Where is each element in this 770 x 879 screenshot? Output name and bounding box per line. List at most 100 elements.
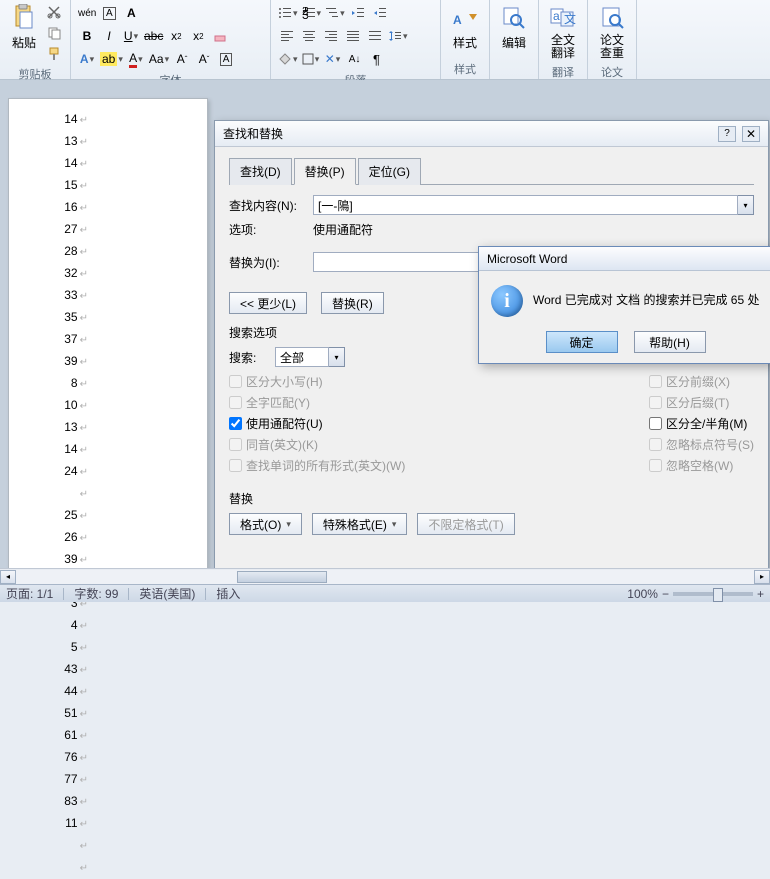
info-icon: i bbox=[491, 285, 523, 317]
bold-button[interactable]: B bbox=[77, 26, 97, 46]
zoom-value[interactable]: 100% bbox=[627, 587, 658, 601]
shrink-font-button[interactable]: Aˇ bbox=[194, 49, 214, 69]
scroll-left-button[interactable]: ◂ bbox=[0, 570, 16, 584]
copy-button[interactable] bbox=[44, 23, 64, 43]
tab-goto[interactable]: 定位(G) bbox=[358, 158, 421, 185]
align-right-button[interactable] bbox=[321, 26, 341, 46]
status-lang[interactable]: 英语(美国) bbox=[139, 585, 195, 602]
number-cell: 16 bbox=[27, 197, 108, 219]
chk-whole[interactable]: 全字匹配(Y) bbox=[229, 394, 405, 411]
search-dir-select[interactable]: 全部 bbox=[275, 347, 329, 367]
msgbox-titlebar[interactable]: Microsoft Word bbox=[479, 247, 770, 271]
justify-button[interactable] bbox=[343, 26, 363, 46]
cut-button[interactable] bbox=[44, 2, 64, 22]
help-button[interactable]: ? bbox=[718, 126, 736, 142]
distribute-button[interactable] bbox=[365, 26, 385, 46]
format-button[interactable]: 格式(O) ▾ bbox=[229, 513, 302, 535]
scroll-right-button[interactable]: ▸ bbox=[754, 570, 770, 584]
number-cell: 11 bbox=[27, 813, 108, 835]
clear-format-button[interactable] bbox=[210, 26, 230, 46]
help-button[interactable]: 帮助(H) bbox=[634, 331, 706, 353]
status-words[interactable]: 字数: 99 bbox=[74, 585, 118, 602]
replace-button[interactable]: 替换(R) bbox=[321, 292, 384, 314]
subscript-button[interactable]: x2 bbox=[166, 26, 186, 46]
find-icon bbox=[500, 4, 528, 32]
superscript-button[interactable]: x2 bbox=[188, 26, 208, 46]
thesis-button[interactable]: 论文 查重 bbox=[594, 2, 630, 62]
dec-indent-button[interactable] bbox=[348, 3, 368, 23]
search-dir-dropdown[interactable]: ▾ bbox=[329, 347, 345, 367]
find-dropdown[interactable]: ▾ bbox=[738, 195, 754, 215]
char-border-button[interactable]: A bbox=[99, 3, 119, 23]
chk-punct[interactable]: 忽略标点符号(S) bbox=[649, 436, 754, 453]
bullets-button[interactable]: ▾ bbox=[277, 3, 299, 23]
options-value: 使用通配符 bbox=[313, 221, 373, 238]
number-cell: 33 bbox=[27, 285, 108, 307]
numbering-button[interactable]: 123▾ bbox=[301, 3, 323, 23]
horizontal-scrollbar[interactable]: ◂ ▸ bbox=[0, 568, 770, 584]
number-cell: 13 bbox=[27, 131, 108, 153]
chk-wildcard[interactable]: 使用通配符(U) bbox=[229, 415, 405, 432]
chk-suffix[interactable]: 区分后缀(T) bbox=[649, 394, 754, 411]
italic-button[interactable]: I bbox=[99, 26, 119, 46]
phonetic-button[interactable]: wén bbox=[77, 3, 97, 23]
status-page[interactable]: 页面: 1/1 bbox=[6, 585, 53, 602]
translate-label: 全文 翻译 bbox=[551, 34, 575, 60]
chk-prefix[interactable]: 区分前缀(X) bbox=[649, 373, 754, 390]
multilevel-button[interactable]: ▾ bbox=[324, 3, 346, 23]
sort2-button[interactable]: A↓ bbox=[345, 49, 365, 69]
zoom-in-button[interactable]: + bbox=[757, 587, 764, 601]
find-input[interactable]: [一-隝] bbox=[313, 195, 738, 215]
dialog-tabs: 查找(D) 替换(P) 定位(G) bbox=[229, 157, 754, 185]
number-cell: 43 bbox=[27, 659, 108, 681]
align-left-button[interactable] bbox=[277, 26, 297, 46]
number-cell bbox=[27, 857, 108, 879]
translate-button[interactable]: a文 全文 翻译 bbox=[545, 2, 581, 62]
number-cell: 14 bbox=[27, 439, 108, 461]
sort-button[interactable]: ✕▾ bbox=[323, 49, 343, 69]
font-color-button[interactable]: A▾ bbox=[126, 49, 146, 69]
zoom-out-button[interactable]: − bbox=[662, 587, 669, 601]
chk-case[interactable]: 区分大小写(H) bbox=[229, 373, 405, 390]
close-button[interactable]: ✕ bbox=[742, 126, 760, 142]
inc-indent-button[interactable] bbox=[370, 3, 390, 23]
strike-button[interactable]: abc bbox=[143, 26, 164, 46]
highlight-button[interactable]: ab▾ bbox=[99, 49, 124, 69]
line-spacing-button[interactable]: ▾ bbox=[387, 26, 409, 46]
svg-text:a: a bbox=[553, 9, 560, 23]
text-effects-button[interactable]: A▾ bbox=[77, 49, 97, 69]
special-button[interactable]: 特殊格式(E) ▾ bbox=[312, 513, 408, 535]
grow-font-button[interactable]: Aˆ bbox=[172, 49, 192, 69]
char-scale-button[interactable]: Aa▾ bbox=[148, 49, 170, 69]
paste-button[interactable]: 粘贴 bbox=[6, 2, 42, 64]
align-center-button[interactable] bbox=[299, 26, 319, 46]
styles-button[interactable]: A 样式 bbox=[447, 2, 483, 53]
tab-find[interactable]: 查找(D) bbox=[229, 158, 292, 185]
shading-button[interactable]: ▾ bbox=[277, 49, 299, 69]
less-button[interactable]: << 更少(L) bbox=[229, 292, 307, 314]
ok-button[interactable]: 确定 bbox=[546, 331, 618, 353]
char-shading-button[interactable]: A bbox=[121, 3, 141, 23]
show-marks-button[interactable]: ¶ bbox=[367, 49, 387, 69]
editing-button[interactable]: 编辑 bbox=[496, 2, 532, 53]
noformat-button: 不限定格式(T) bbox=[417, 513, 514, 535]
chk-sounds[interactable]: 同音(英文)(K) bbox=[229, 436, 405, 453]
underline-button[interactable]: U▾ bbox=[121, 26, 141, 46]
ribbon: 粘贴 剪贴板 wén A A B I U▾ abc x2 x2 bbox=[0, 0, 770, 80]
format-painter-button[interactable] bbox=[44, 44, 64, 64]
scroll-track[interactable] bbox=[16, 570, 754, 584]
tab-replace[interactable]: 替换(P) bbox=[294, 158, 356, 185]
chk-space[interactable]: 忽略空格(W) bbox=[649, 457, 754, 474]
chk-forms[interactable]: 查找单词的所有形式(英文)(W) bbox=[229, 457, 405, 474]
borders-button[interactable]: ▾ bbox=[301, 49, 321, 69]
zoom-slider[interactable] bbox=[673, 592, 753, 596]
number-cell: 44 bbox=[27, 681, 108, 703]
number-cell: 25 bbox=[27, 505, 108, 527]
page[interactable]: 141314151627283233353739810131424 252639… bbox=[8, 98, 208, 578]
options-label: 选项: bbox=[229, 221, 307, 238]
dialog-titlebar[interactable]: 查找和替换 ? ✕ bbox=[215, 121, 768, 147]
enclose-char-button[interactable]: A bbox=[216, 49, 236, 69]
chk-width[interactable]: 区分全/半角(M) bbox=[649, 415, 754, 432]
status-mode[interactable]: 插入 bbox=[216, 585, 240, 602]
scroll-thumb[interactable] bbox=[237, 571, 327, 583]
